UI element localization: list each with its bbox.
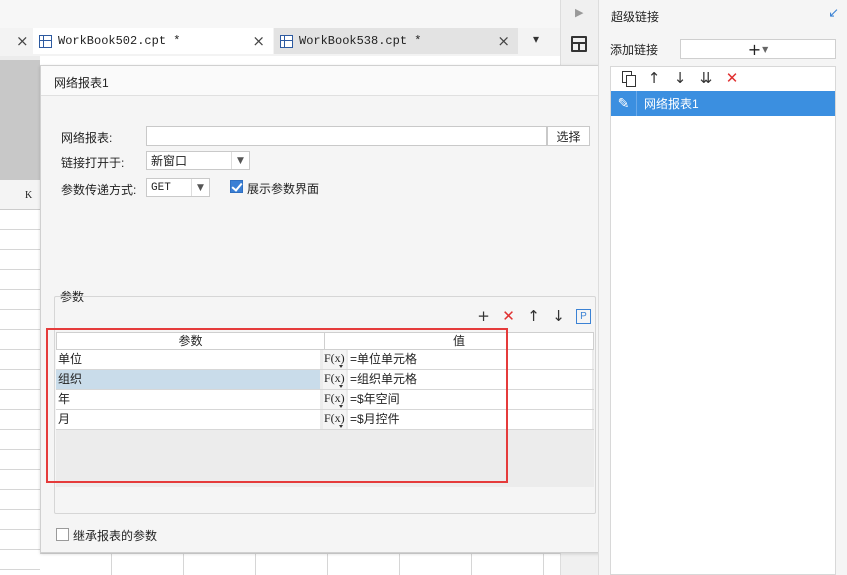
tab-close-icon[interactable]: × [497, 32, 510, 50]
arrow-up-icon[interactable]: ↑ [521, 307, 546, 325]
panel-title: 超级链接 [611, 10, 660, 24]
chevron-down-icon: ▼ [231, 152, 249, 169]
param-method-value: GET [151, 181, 171, 194]
report-input[interactable] [146, 126, 547, 146]
arrow-down-icon[interactable]: ↓ [667, 69, 693, 87]
collapse-arrow-icon[interactable]: ▶ [575, 6, 583, 19]
previous-tab-close-icon[interactable]: × [16, 32, 29, 50]
sort-icon[interactable]: ⇊ [693, 69, 719, 87]
hyperlink-list: ↑ ↓ ⇊ ✕ ✎ 网络报表1 [610, 66, 836, 575]
inherit-params-checkbox[interactable] [56, 528, 69, 541]
hyperlink-panel: 超级链接 ↙ 添加链接 + ▼ ↑ ↓ ⇊ ✕ ✎ 网络报表1 [598, 0, 847, 575]
column-header-label: K [25, 190, 33, 201]
tab-workbook502[interactable]: WorkBook502.cpt * × [33, 28, 273, 54]
open-in-label: 链接打开于: [61, 156, 125, 170]
edit-pencil-icon[interactable]: ✎ [611, 91, 637, 116]
sheet-gridlines-bottom [40, 553, 560, 575]
plus-icon: + [747, 39, 762, 59]
param-method-label: 参数传递方式: [61, 183, 137, 197]
arrow-down-icon[interactable]: ↓ [546, 307, 571, 325]
tab-list-dropdown-icon[interactable]: ▾ [533, 32, 539, 46]
add-link-label: 添加链接 [610, 43, 659, 57]
inherit-params-label: 继承报表的参数 [73, 529, 158, 543]
delete-icon[interactable]: ✕ [496, 307, 521, 325]
report-label: 网络报表: [61, 131, 113, 145]
chevron-down-icon: ▼ [191, 179, 209, 196]
tab-label: WorkBook502.cpt * [58, 34, 181, 48]
hyperlink-list-toolbar: ↑ ↓ ⇊ ✕ [615, 69, 745, 89]
open-in-select[interactable]: 新窗口 ▼ [146, 151, 250, 170]
column-header[interactable]: K [0, 180, 40, 210]
table-settings-icon[interactable] [571, 36, 587, 52]
copy-icon[interactable] [615, 69, 641, 87]
show-params-label: 展示参数界面 [247, 182, 320, 196]
workbook-icon [280, 34, 293, 48]
open-in-value: 新窗口 [151, 154, 188, 168]
sheet-gridlines [0, 210, 40, 575]
choose-button[interactable]: 选择 [547, 126, 590, 146]
ruler [0, 60, 40, 180]
show-params-checkbox[interactable] [230, 180, 243, 193]
param-method-select[interactable]: GET ▼ [146, 178, 210, 197]
tab-label: WorkBook538.cpt * [299, 34, 422, 48]
dialog-title-bar: 网络报表1 [41, 66, 607, 96]
list-item[interactable]: ✎ 网络报表1 [611, 91, 835, 116]
arrow-up-icon[interactable]: ↑ [641, 69, 667, 87]
workbook-icon [39, 34, 52, 48]
add-link-button[interactable]: + ▼ [680, 39, 836, 59]
delete-icon[interactable]: ✕ [719, 69, 745, 87]
tab-strip-upper [0, 0, 560, 28]
tab-workbook538[interactable]: WorkBook538.cpt * × [274, 28, 518, 54]
chevron-down-icon: ▼ [762, 44, 769, 54]
dock-arrow-icon[interactable]: ↙ [828, 6, 839, 21]
highlight-annotation-box [46, 328, 508, 483]
tab-close-icon[interactable]: × [252, 32, 265, 50]
dialog-title: 网络报表1 [54, 76, 109, 90]
list-item-label: 网络报表1 [644, 97, 699, 111]
params-toolbar: + ✕ ↑ ↓ P [471, 307, 596, 325]
param-p-icon[interactable]: P [571, 307, 596, 325]
param-p-label: P [576, 308, 591, 324]
plus-icon[interactable]: + [471, 307, 496, 325]
